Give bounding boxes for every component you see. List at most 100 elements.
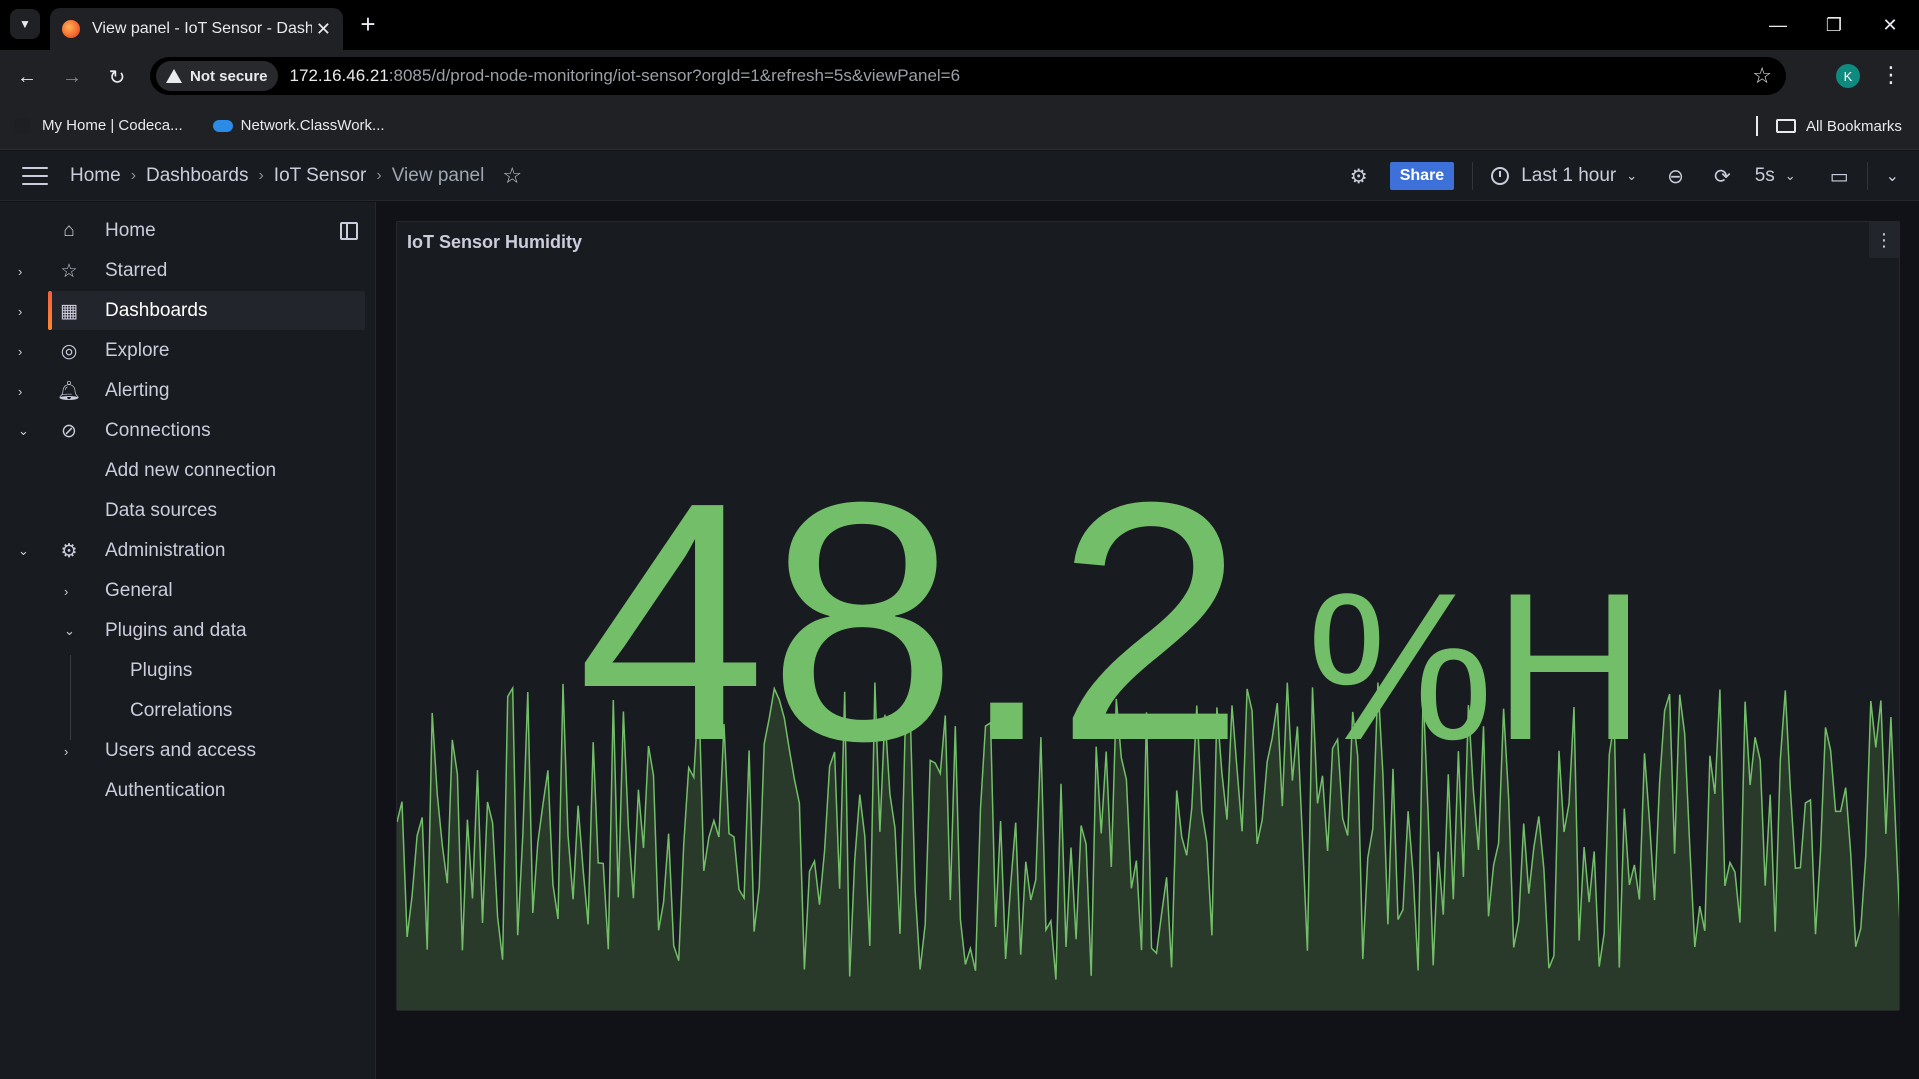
bell-icon: 🔔︎ — [56, 381, 82, 402]
cloud-icon — [212, 119, 233, 132]
clock-icon — [1491, 167, 1510, 185]
home-icon: ⌂ — [63, 220, 75, 241]
refresh-interval-picker[interactable]: 5s ⌄ — [1755, 165, 1796, 187]
profile-avatar[interactable]: K — [1836, 64, 1860, 88]
url-text: 172.16.46.21:8085/d/prod-node-monitoring… — [290, 66, 961, 86]
address-bar[interactable]: Not secure 172.16.46.21:8085/d/prod-node… — [150, 57, 1786, 95]
sidebar-item-label: Connections — [105, 420, 211, 441]
panel-menu-icon[interactable]: ⋮ — [1869, 222, 1899, 258]
refresh-icon[interactable]: ⟳ — [1714, 164, 1731, 189]
connections-icon: ⊘ — [61, 420, 77, 442]
chevron-right-icon[interactable]: › — [18, 264, 32, 279]
settings-icon[interactable]: ⚙ — [1350, 164, 1368, 189]
bookmark-item[interactable]: My Home | Codeca... — [14, 117, 183, 134]
sidebar-item-label: Home — [105, 220, 156, 241]
all-bookmarks-button[interactable]: All Bookmarks — [1776, 102, 1902, 150]
minimize-button[interactable]: — — [1758, 10, 1798, 40]
security-label: Not secure — [190, 67, 268, 85]
toolbar-actions: ⚙ Share Last 1 hour ⌄ ⊖ ⟳ 5s ⌄ ▭ ⌄ — [1350, 151, 1919, 201]
chevron-right-icon[interactable]: › — [18, 304, 32, 319]
dock-menu-icon[interactable] — [340, 222, 358, 240]
breadcrumb: Home › Dashboards › IoT Sensor › View pa… — [70, 151, 522, 201]
security-chip[interactable]: Not secure — [156, 61, 278, 91]
back-button[interactable]: ← — [12, 62, 42, 92]
forward-button[interactable]: → — [57, 62, 87, 92]
sidebar-item-label: Plugins — [130, 660, 193, 681]
stat-panel: IoT Sensor Humidity ⋮ 48.2 %H — [396, 221, 1900, 1011]
sidebar-active-indicator — [48, 291, 52, 330]
sidebar-item-label: Plugins and data — [105, 620, 247, 641]
browser-toolbar: ← → ↻ Not secure 172.16.46.21:8085/d/pro… — [0, 50, 1919, 102]
menu-icon[interactable] — [22, 167, 48, 185]
chevron-down-icon[interactable]: ⌄ — [18, 423, 32, 439]
time-range-label: Last 1 hour — [1521, 165, 1617, 186]
bookmark-item[interactable]: Network.ClassWork... — [212, 117, 385, 134]
refresh-interval-label: 5s — [1754, 165, 1775, 186]
chevron-right-icon[interactable]: › — [64, 584, 78, 599]
chevron-right-icon[interactable]: › — [18, 344, 32, 359]
time-range-picker[interactable]: Last 1 hour ⌄ — [1491, 165, 1637, 187]
divider — [1472, 162, 1474, 190]
breadcrumb-iot-sensor[interactable]: IoT Sensor — [274, 165, 367, 187]
chevron-right-icon[interactable]: › — [64, 744, 78, 759]
browser-menu-icon[interactable]: ⋮ — [1880, 62, 1902, 88]
grafana-top-nav: Home › Dashboards › IoT Sensor › View pa… — [0, 151, 1919, 201]
tv-mode-icon[interactable]: ▭ — [1830, 164, 1849, 189]
chevron-right-icon: › — [130, 167, 137, 184]
reload-button[interactable]: ↻ — [102, 62, 132, 92]
restore-button[interactable]: ❐ — [1814, 10, 1854, 40]
chevron-down-icon: ⌄ — [1784, 168, 1796, 183]
sidebar-item-label: Alerting — [105, 380, 170, 401]
apps-icon: ▦ — [60, 300, 78, 322]
tab-title: View panel - IoT Sensor - Dashb — [92, 20, 312, 37]
compass-icon: ◎ — [60, 340, 78, 362]
share-button[interactable]: Share — [1389, 162, 1455, 190]
chevron-down-icon[interactable]: ⌄ — [64, 623, 78, 639]
sidebar-item-label: Authentication — [105, 780, 226, 801]
bookmark-label: Network.ClassWork... — [240, 117, 385, 134]
sidebar-item-label: Add new connection — [105, 460, 277, 481]
divider — [1866, 162, 1868, 190]
bookmarks-bar: My Home | Codeca... Network.ClassWork...… — [0, 102, 1919, 150]
folder-icon — [1776, 119, 1796, 133]
all-bookmarks-label: All Bookmarks — [1806, 117, 1902, 135]
sidebar-item-label: Explore — [105, 340, 170, 361]
sidebar-item-label: Starred — [105, 260, 168, 281]
breadcrumb-dashboards[interactable]: Dashboards — [146, 165, 248, 187]
window-close-button[interactable]: ✕ — [1870, 10, 1910, 40]
new-tab-button[interactable]: + — [353, 9, 383, 39]
chevron-right-icon: › — [258, 167, 264, 184]
sidebar-item-label: Data sources — [105, 500, 217, 521]
sidebar-item-label: Users and access — [105, 740, 257, 761]
warning-icon — [166, 69, 182, 83]
chevron-down-icon: ⌄ — [1626, 168, 1638, 183]
sidebar-item-label: General — [105, 580, 173, 601]
bookmark-label: My Home | Codeca... — [42, 117, 183, 134]
stat-display: 48.2 %H — [577, 432, 1727, 812]
breadcrumb-view-panel: View panel — [391, 165, 485, 186]
close-icon[interactable]: ✕ — [316, 19, 331, 40]
panel-title: IoT Sensor Humidity — [407, 232, 583, 252]
grafana-favicon-icon — [62, 20, 80, 38]
star-icon[interactable]: ☆ — [502, 163, 522, 189]
chevron-down-icon[interactable]: ⌄ — [18, 543, 32, 559]
cog-icon: ⚙ — [60, 540, 78, 562]
chevron-down-icon: ▼ — [19, 17, 31, 31]
sidebar-item-label: Correlations — [130, 700, 233, 721]
chevron-right-icon[interactable]: › — [18, 384, 32, 399]
browser-tab[interactable]: View panel - IoT Sensor - Dashb ✕ — [50, 8, 343, 50]
sidebar-item-label: Administration — [105, 540, 226, 561]
sidebar-item-label: Dashboards — [105, 300, 208, 321]
stat-value: 48.2 — [577, 432, 1247, 812]
breadcrumb-home[interactable]: Home — [70, 165, 121, 187]
stat-unit: %H — [1306, 549, 1646, 784]
tree-guide-line — [70, 655, 71, 740]
browser-tab-bar: ▼ View panel - IoT Sensor - Dashb ✕ + — … — [0, 0, 1919, 50]
bookmark-star-icon[interactable]: ☆ — [1752, 63, 1772, 89]
chevron-down-icon[interactable]: ⌄ — [1886, 166, 1899, 186]
tab-search-button[interactable]: ▼ — [10, 9, 40, 39]
zoom-out-icon[interactable]: ⊖ — [1667, 164, 1684, 189]
chevron-right-icon: › — [376, 167, 382, 184]
star-icon: ☆ — [60, 260, 78, 282]
bookmark-favicon-icon — [14, 117, 30, 134]
